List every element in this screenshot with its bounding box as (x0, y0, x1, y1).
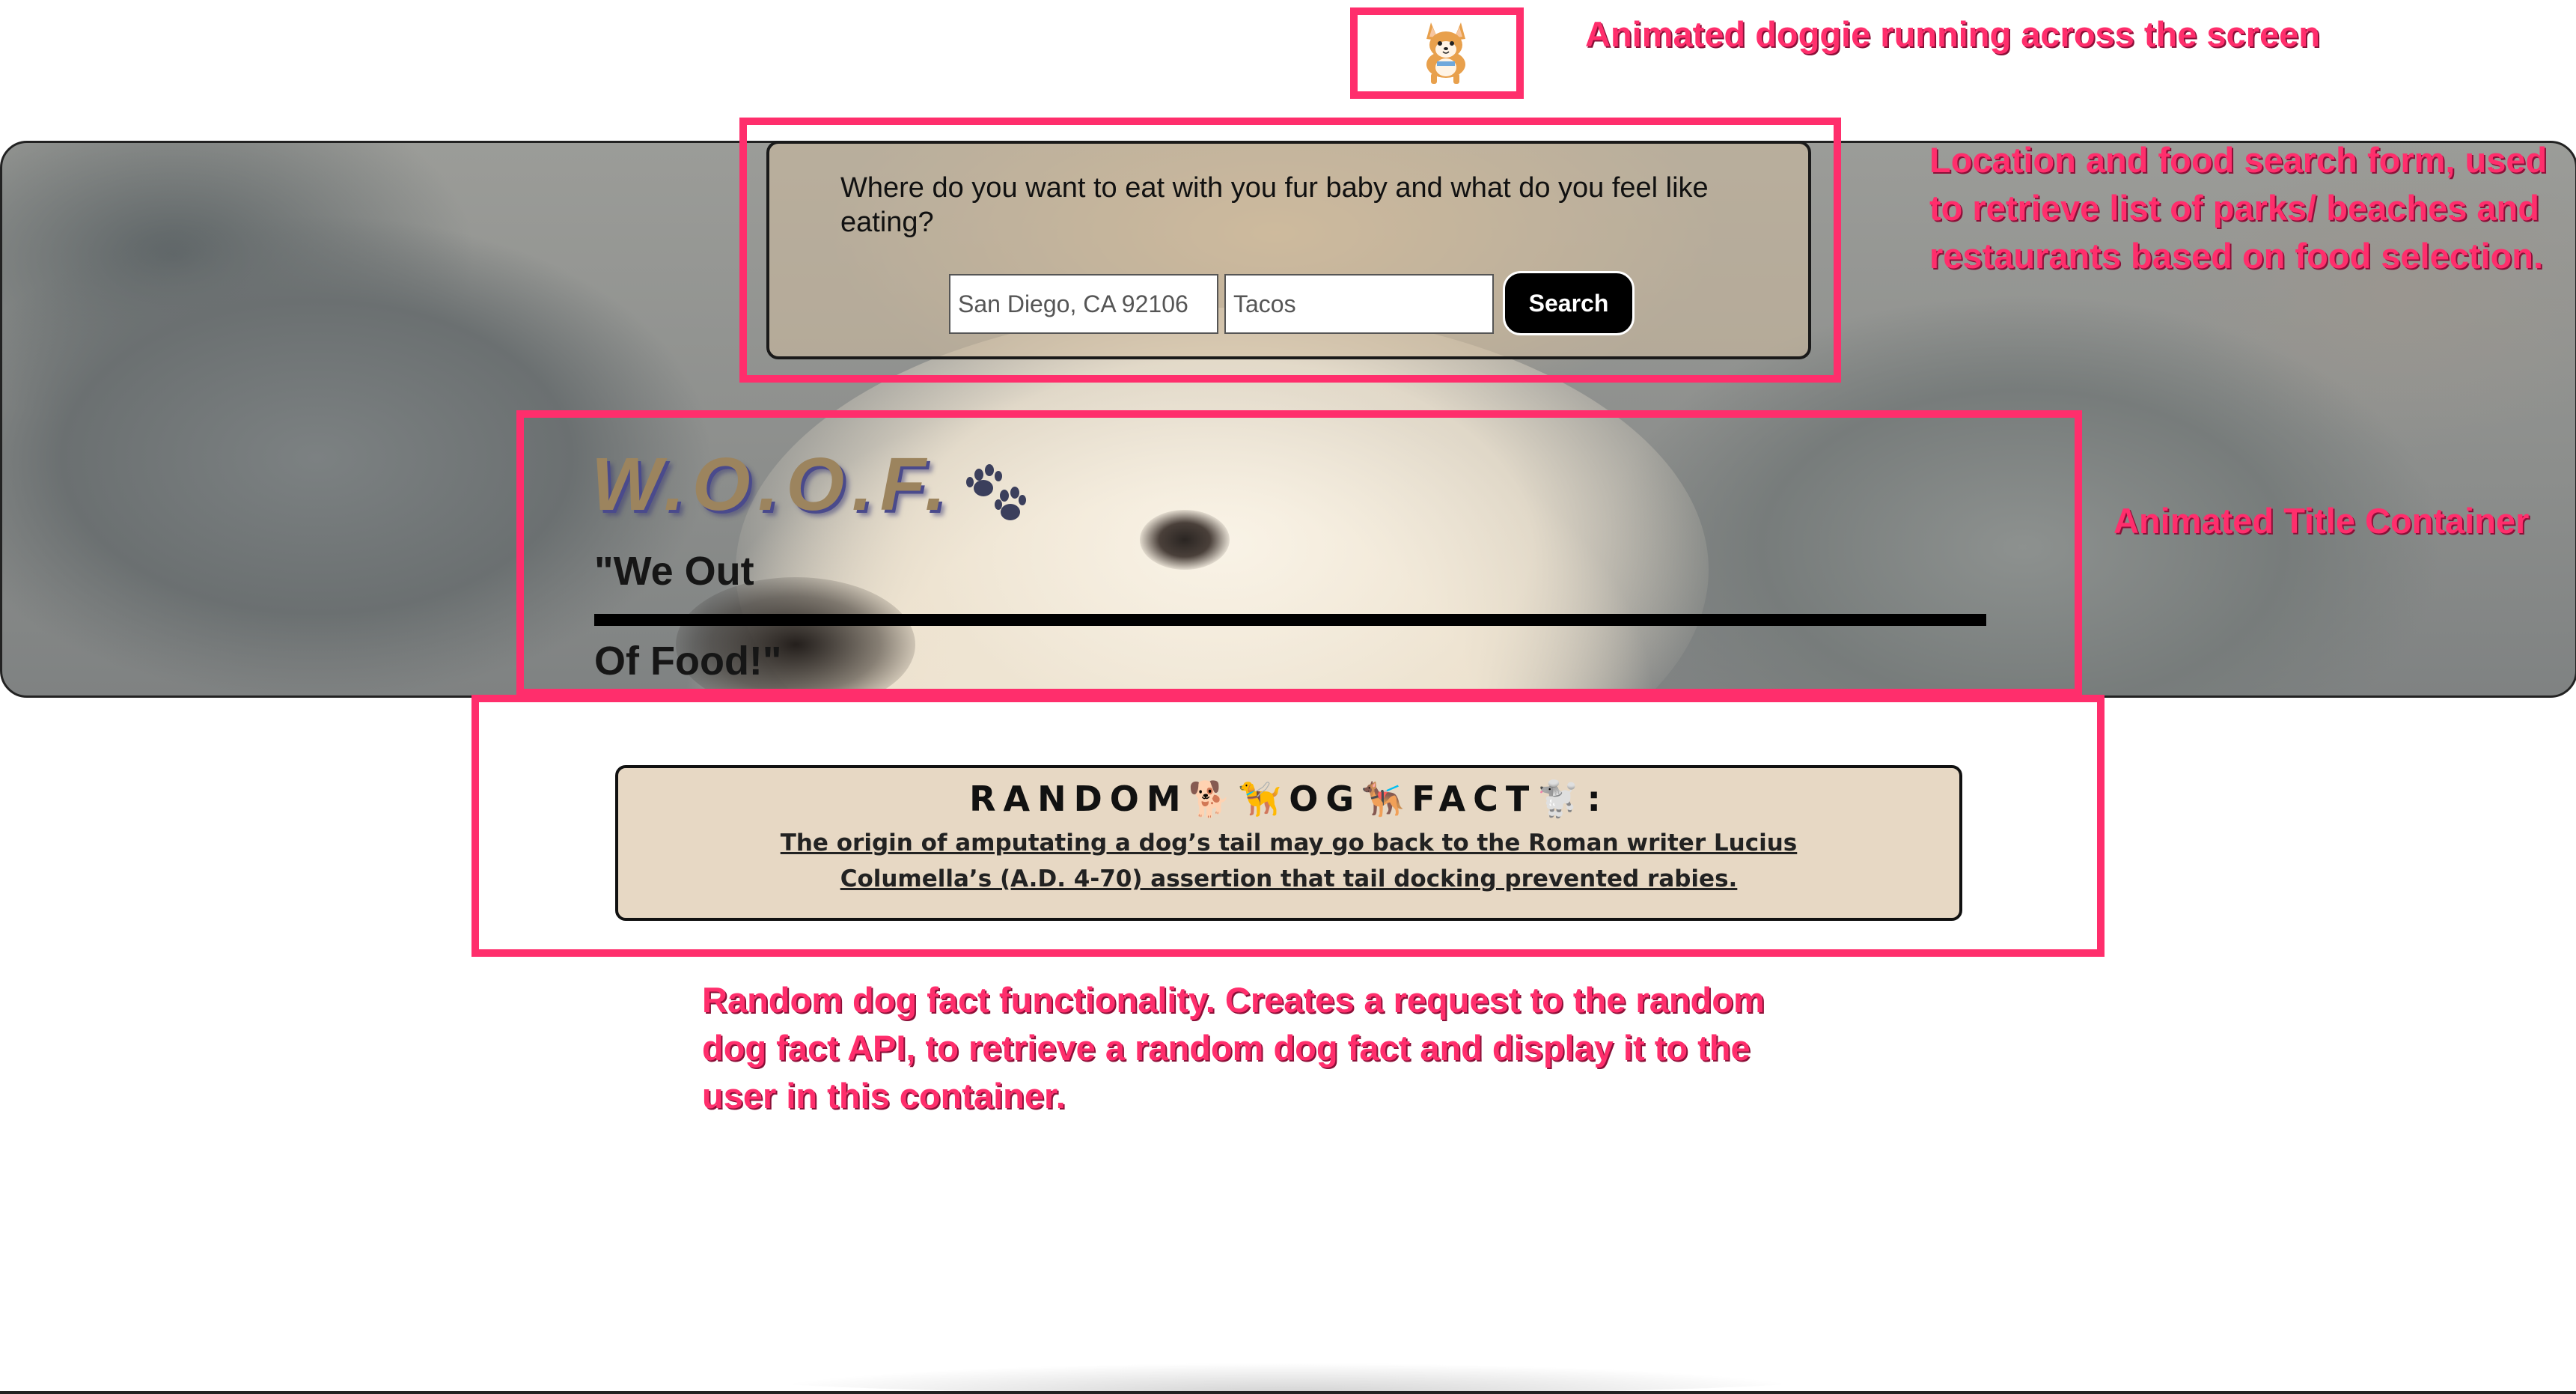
annotation-search: Location and food search form, used to r… (1929, 140, 2548, 276)
annotation-title: Animated Title Container (2113, 501, 2530, 541)
footer-shadow (748, 1363, 1826, 1394)
annotation-fact: Random dog fact functionality. Creates a… (702, 980, 1765, 1115)
footer-line (0, 1391, 2576, 1394)
annotation-box-fact (471, 695, 2105, 957)
annotation-box-title (516, 410, 2082, 696)
annotation-box-search (739, 118, 1841, 383)
annotation-dog: Animated doggie running across the scree… (1585, 14, 2320, 54)
annotation-box-dog (1350, 7, 1524, 99)
